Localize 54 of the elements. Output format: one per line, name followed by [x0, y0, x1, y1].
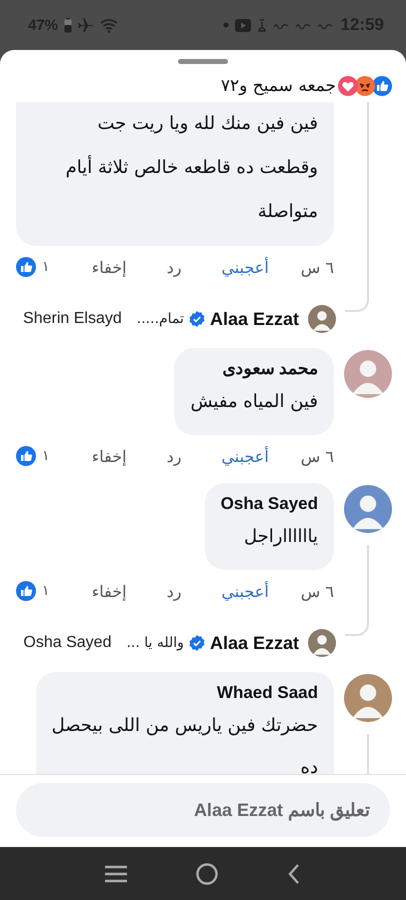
comment-author[interactable]: Whaed Saad	[52, 681, 318, 705]
notification-icon	[256, 18, 267, 32]
love-reaction-icon	[338, 76, 358, 96]
like-count: ١	[42, 448, 50, 464]
avatar[interactable]	[344, 350, 392, 398]
reply-author[interactable]: Alaa Ezzat	[210, 308, 299, 330]
video-play-icon	[234, 18, 251, 32]
avatar[interactable]	[308, 305, 336, 333]
reactions-summary[interactable]: جمعه سميح و٧٢	[220, 76, 336, 96]
angry-reaction-icon	[355, 76, 375, 96]
like-reaction-icon	[16, 257, 36, 277]
reply-snippet: تمام.....	[136, 311, 184, 327]
notification-icon	[316, 21, 333, 29]
like-link[interactable]: أعجبني	[221, 582, 269, 600]
menu-icon[interactable]	[104, 864, 127, 882]
comment-text: حضرتك فين ياريس من اللى بيحصل ده	[52, 714, 318, 774]
notification-icon	[294, 21, 311, 29]
like-link[interactable]: أعجبني	[221, 258, 269, 276]
like-link[interactable]: أعجبني	[221, 446, 269, 466]
reply-author[interactable]: Alaa Ezzat	[210, 632, 299, 654]
like-count: ١	[42, 259, 50, 275]
avatar[interactable]	[308, 629, 336, 657]
comment-author[interactable]: محمد سعودى	[190, 357, 318, 381]
comment-time: ٦ س	[300, 258, 334, 276]
like-count: ١	[42, 583, 50, 599]
comment-time: ٦ س	[300, 582, 334, 600]
reply-link[interactable]: رد	[166, 258, 182, 276]
hide-link[interactable]: إخفاء	[92, 582, 127, 600]
hide-link[interactable]: إخفاء	[92, 446, 127, 466]
wifi-icon	[100, 18, 118, 32]
comment-author[interactable]: Osha Sayed	[220, 492, 318, 516]
avatar[interactable]	[344, 674, 392, 722]
like-reaction-icon	[16, 581, 36, 601]
comment-text: فين المياه مفيش	[190, 390, 318, 414]
reply-mention: Osha Sayed	[23, 634, 112, 652]
like-reaction-icon	[372, 76, 392, 96]
comment-text: فين فين منك لله ويا ريت جت وقطعت ده قاطعه خالص ثلاثة أيام متواصلة	[64, 112, 318, 224]
reply-mention: Sherin Elsayd	[23, 310, 122, 328]
avatar[interactable]	[344, 485, 392, 533]
reply-snippet: والله يا ...	[126, 635, 184, 651]
reply-link[interactable]: رد	[166, 582, 182, 600]
airplane-icon	[78, 17, 94, 33]
like-reaction-icon	[16, 446, 36, 466]
drag-handle[interactable]	[178, 59, 228, 64]
comment-text: يااااااراجل	[243, 525, 318, 549]
reply-link[interactable]: رد	[166, 446, 182, 466]
comment-time: ٦ س	[300, 446, 334, 466]
hide-link[interactable]: إخفاء	[92, 258, 127, 276]
notification-icon	[272, 21, 289, 29]
back-icon[interactable]	[287, 862, 302, 884]
home-icon[interactable]	[196, 862, 218, 884]
comment-field[interactable]: تعليق باسم Alaa Ezzat	[16, 783, 390, 837]
battery-icon	[64, 18, 72, 32]
dot-icon	[222, 22, 229, 28]
